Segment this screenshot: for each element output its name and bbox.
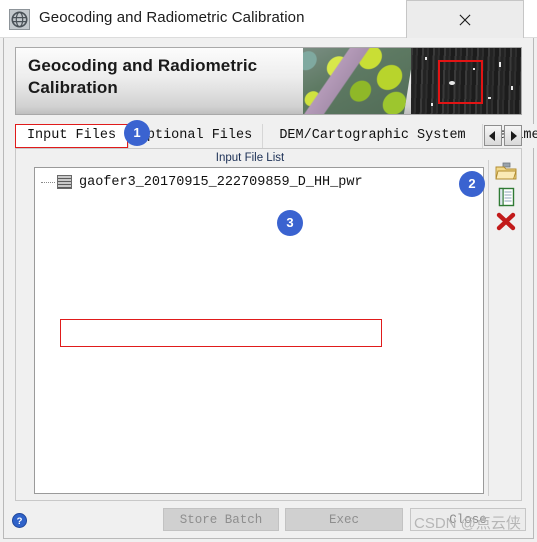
list-item[interactable]: gaofer3_20170915_222709859_D_HH_pwr bbox=[41, 173, 363, 191]
banner: Geocoding and Radiometric Calibration bbox=[15, 47, 522, 115]
delete-icon[interactable] bbox=[495, 212, 517, 232]
close-window-button[interactable] bbox=[406, 0, 524, 39]
input-file-list[interactable]: gaofer3_20170915_222709859_D_HH_pwr bbox=[34, 167, 484, 494]
exec-button[interactable]: Exec bbox=[285, 508, 403, 531]
annotation-badge-1: 1 bbox=[124, 120, 150, 146]
tab-scroll-right-button[interactable] bbox=[504, 125, 522, 146]
application-window: Geocoding and Radiometric Calibration Ge… bbox=[0, 0, 537, 542]
list-file-icon[interactable] bbox=[495, 187, 517, 207]
triangle-left-icon bbox=[489, 130, 495, 141]
sar-region-of-interest-box bbox=[438, 60, 483, 104]
banner-imagery bbox=[303, 48, 521, 114]
tab-bar: Input Files Optional Files DEM/Cartograp… bbox=[15, 124, 537, 148]
tab-scroll-left-button[interactable] bbox=[484, 125, 502, 146]
close-button[interactable]: Close bbox=[410, 508, 526, 531]
annotation-badge-3: 3 bbox=[277, 210, 303, 236]
input-file-list-label: Input File List bbox=[215, 152, 285, 164]
globe-icon bbox=[9, 9, 30, 30]
tab-dem-cartographic-system[interactable]: DEM/Cartographic System bbox=[262, 124, 482, 148]
window-title: Geocoding and Radiometric Calibration bbox=[39, 9, 305, 26]
list-item-label: gaofer3_20170915_222709859_D_HH_pwr bbox=[79, 174, 363, 190]
open-folder-icon[interactable] bbox=[495, 162, 517, 182]
client-area: Geocoding and Radiometric Calibration In… bbox=[3, 38, 537, 539]
footer-bar: ? Store Batch Exec Close bbox=[4, 501, 533, 537]
help-icon[interactable]: ? bbox=[12, 513, 27, 528]
raster-image-icon bbox=[57, 175, 72, 189]
tree-branch-connector bbox=[41, 181, 55, 184]
svg-text:?: ? bbox=[17, 516, 23, 527]
triangle-right-icon bbox=[511, 130, 517, 141]
banner-heading: Geocoding and Radiometric Calibration bbox=[28, 56, 258, 97]
aerial-optical-thumbnail bbox=[303, 48, 415, 114]
tab-input-files[interactable]: Input Files bbox=[15, 124, 128, 148]
store-batch-button[interactable]: Store Batch bbox=[163, 508, 279, 531]
title-bar: Geocoding and Radiometric Calibration bbox=[0, 0, 537, 39]
annotation-badge-2: 2 bbox=[459, 171, 485, 197]
file-list-toolbar bbox=[488, 160, 521, 496]
input-files-panel: Input File List gaofer3_20170915_2227098… bbox=[15, 148, 522, 501]
sar-image-thumbnail bbox=[411, 48, 521, 114]
